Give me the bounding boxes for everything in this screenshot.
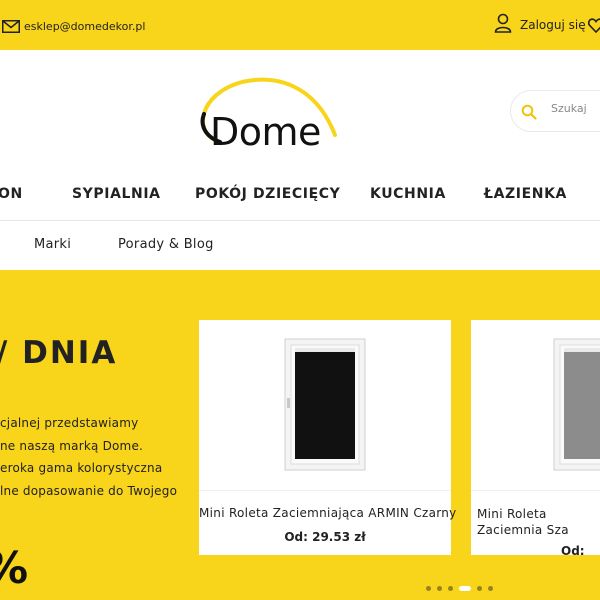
site-header: Dome ON SYPIALNIA POKÓJ DZIECIĘCY KUCHNI… (0, 50, 600, 270)
search-input[interactable] (551, 102, 600, 115)
promo-text-line: ne naszą marką Dome. (0, 439, 144, 453)
carousel-dot[interactable] (488, 586, 493, 591)
top-bar: esklep@domedekor.pl Zaloguj się (0, 0, 600, 50)
carousel-pagination (426, 586, 499, 591)
product-card[interactable]: Mini Roleta Zaciemniająca ARMIN Czarny O… (199, 320, 456, 555)
nav-item-salon[interactable]: ON (0, 186, 23, 202)
promo-text-line: eroka gama kolorystyczna (0, 461, 163, 475)
product-price: Od: 29.53 zł (284, 530, 366, 544)
promo-title: / DNIA (0, 335, 118, 371)
nav-item-kuchnia[interactable]: KUCHNIA (370, 186, 446, 202)
logo-text: Dome (210, 110, 321, 154)
product-image (471, 320, 600, 490)
carousel-dot[interactable] (459, 586, 471, 591)
subnav-item-porady-blog[interactable]: Porady & Blog (118, 237, 214, 252)
card-divider (199, 490, 451, 491)
email-link[interactable]: esklep@domedekor.pl (2, 16, 145, 36)
subnav-item-marki[interactable]: Marki (34, 237, 71, 252)
search-box[interactable] (510, 90, 600, 132)
nav-item-lazienka[interactable]: ŁAZIENKA (484, 186, 567, 202)
carousel-dot[interactable] (448, 586, 453, 591)
email-text: esklep@domedekor.pl (24, 19, 146, 33)
login-link[interactable]: Zaloguj się (494, 13, 586, 37)
envelope-icon (2, 19, 20, 33)
promo-percent: % (0, 543, 28, 594)
user-icon (494, 13, 512, 37)
carousel-dot[interactable] (437, 586, 442, 591)
search-icon (521, 104, 537, 124)
nav-divider (0, 220, 600, 221)
nav-item-sypialnia[interactable]: SYPIALNIA (72, 186, 161, 202)
product-price: Od: (561, 544, 585, 558)
product-name[interactable]: Mini Roleta Zaciemnia Sza (471, 506, 600, 538)
heart-icon (587, 18, 600, 37)
product-name[interactable]: Mini Roleta Zaciemniająca ARMIN Czarny (199, 506, 456, 520)
promo-text-line: cjalnej przedstawiamy (0, 416, 139, 430)
dome-logo[interactable]: Dome (190, 72, 345, 154)
promo-text-line: lne dopasowanie do Twojego (0, 484, 178, 498)
nav-item-pokoj-dzieciecy[interactable]: POKÓJ DZIECIĘCY (195, 186, 340, 202)
wishlist-button[interactable] (587, 18, 600, 37)
card-divider (471, 490, 600, 491)
product-card[interactable]: Mini Roleta Zaciemnia Sza Od: (471, 320, 600, 558)
product-image (199, 320, 451, 490)
carousel-dot[interactable] (477, 586, 482, 591)
login-label: Zaloguj się (520, 18, 586, 32)
carousel-dot[interactable] (426, 586, 431, 591)
